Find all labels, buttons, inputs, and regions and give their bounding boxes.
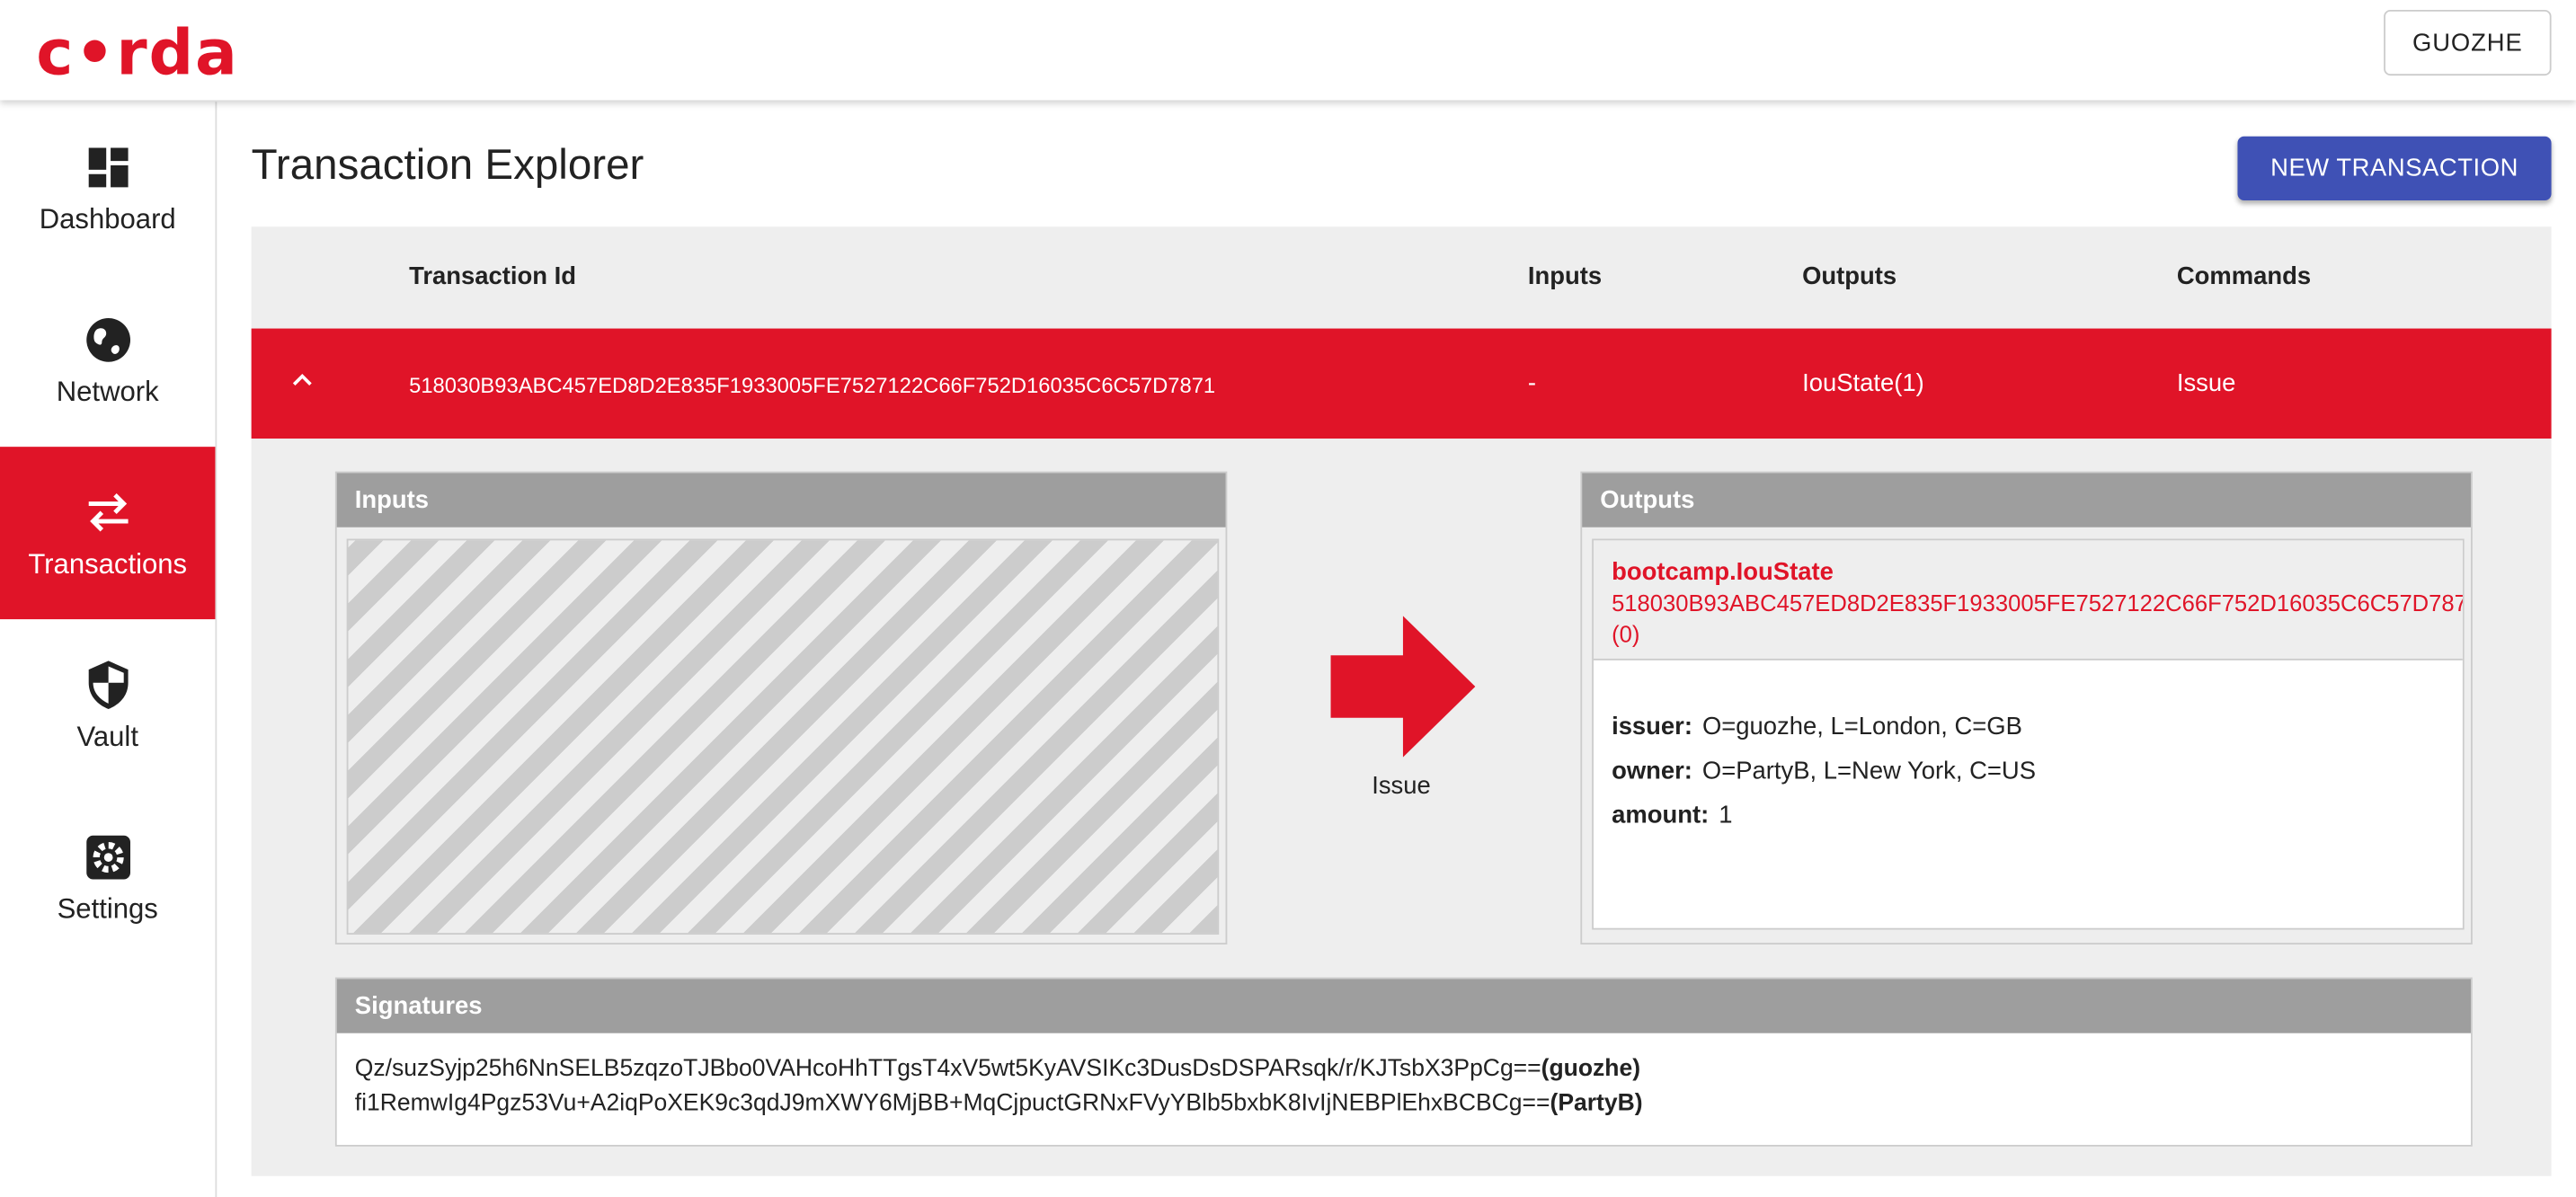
swap-arrows-icon	[87, 492, 128, 531]
inputs-panel-title: Inputs	[336, 473, 1226, 528]
field-amount: amount: 1	[1612, 801, 1733, 830]
sidebar-item-network[interactable]: Network	[0, 274, 215, 447]
arrow-right-icon	[1330, 616, 1476, 758]
row-outputs: IouState(1)	[1802, 369, 1924, 398]
field-owner: owner: O=PartyB, L=New York, C=US	[1612, 757, 2036, 785]
output-state-card[interactable]: bootcamp.IouState 518030B93ABC457ED8D2E8…	[1592, 538, 2465, 930]
signature: fi1RemwIg4Pgz53Vu+A2iqPoXEK9c3qdJ9mXWY6M…	[354, 1090, 1643, 1117]
sidebar-item-label: Network	[56, 375, 159, 407]
row-inputs: -	[1527, 369, 1536, 398]
empty-inputs-placeholder	[346, 538, 1220, 935]
column-header-commands[interactable]: Commands	[2177, 262, 2311, 290]
table-row[interactable]: 518030B93ABC457ED8D2E835F1933005FE752712…	[251, 328, 2552, 439]
transaction-id: 518030B93ABC457ED8D2E835F1933005FE752712…	[409, 372, 1216, 398]
corda-logo[interactable]: c•rda	[36, 16, 239, 88]
gear-icon	[85, 834, 130, 879]
outputs-panel: Outputs bootcamp.IouState 518030B93ABC45…	[1580, 471, 2473, 944]
new-transaction-button[interactable]: NEW TRANSACTION	[2237, 136, 2552, 200]
sidebar-item-label: Vault	[76, 720, 138, 752]
signatures-panel-title: Signatures	[336, 979, 2472, 1033]
column-header-outputs[interactable]: Outputs	[1802, 262, 1896, 290]
page-title: Transaction Explorer	[251, 139, 644, 190]
shield-icon	[87, 660, 128, 709]
globe-icon	[85, 317, 130, 361]
command-label: Issue	[1372, 772, 1431, 801]
state-type: bootcamp.IouState	[1612, 558, 1834, 587]
dashboard-icon	[87, 146, 128, 187]
chevron-up-icon[interactable]	[291, 368, 315, 391]
signature: Qz/suzSyjp25h6NnSELB5zqzoTJBbo0VAHcoHhTT…	[354, 1056, 1641, 1083]
sidebar-item-label: Dashboard	[39, 202, 176, 235]
outputs-panel-title: Outputs	[1582, 473, 2472, 528]
signatures-panel: Signatures Qz/suzSyjp25h6NnSELB5zqzoTJBb…	[334, 977, 2473, 1147]
sidebar: Dashboard Network Transactions Vault Set…	[0, 102, 218, 1197]
field-issuer: issuer: O=guozhe, L=London, C=GB	[1612, 713, 2022, 741]
sidebar-item-dashboard[interactable]: Dashboard	[0, 102, 215, 274]
sidebar-item-label: Transactions	[28, 547, 188, 580]
sidebar-item-label: Settings	[57, 892, 158, 925]
state-ref: 518030B93ABC457ED8D2E835F1933005FE752712…	[1612, 590, 2465, 616]
row-commands: Issue	[2176, 369, 2236, 398]
transaction-table: Transaction Id Inputs Outputs Commands 5…	[251, 226, 2552, 1176]
inputs-panel: Inputs	[334, 471, 1228, 944]
sidebar-item-transactions[interactable]: Transactions	[0, 447, 216, 620]
column-header-inputs[interactable]: Inputs	[1528, 262, 1602, 290]
user-button[interactable]: GUOZHE	[2384, 9, 2552, 76]
column-header-transaction-id[interactable]: Transaction Id	[409, 262, 576, 290]
sidebar-item-vault[interactable]: Vault	[0, 619, 215, 792]
state-index: (0)	[1612, 620, 1640, 648]
sidebar-item-settings[interactable]: Settings	[0, 792, 215, 964]
app-header: c•rda GUOZHE	[0, 0, 2576, 101]
